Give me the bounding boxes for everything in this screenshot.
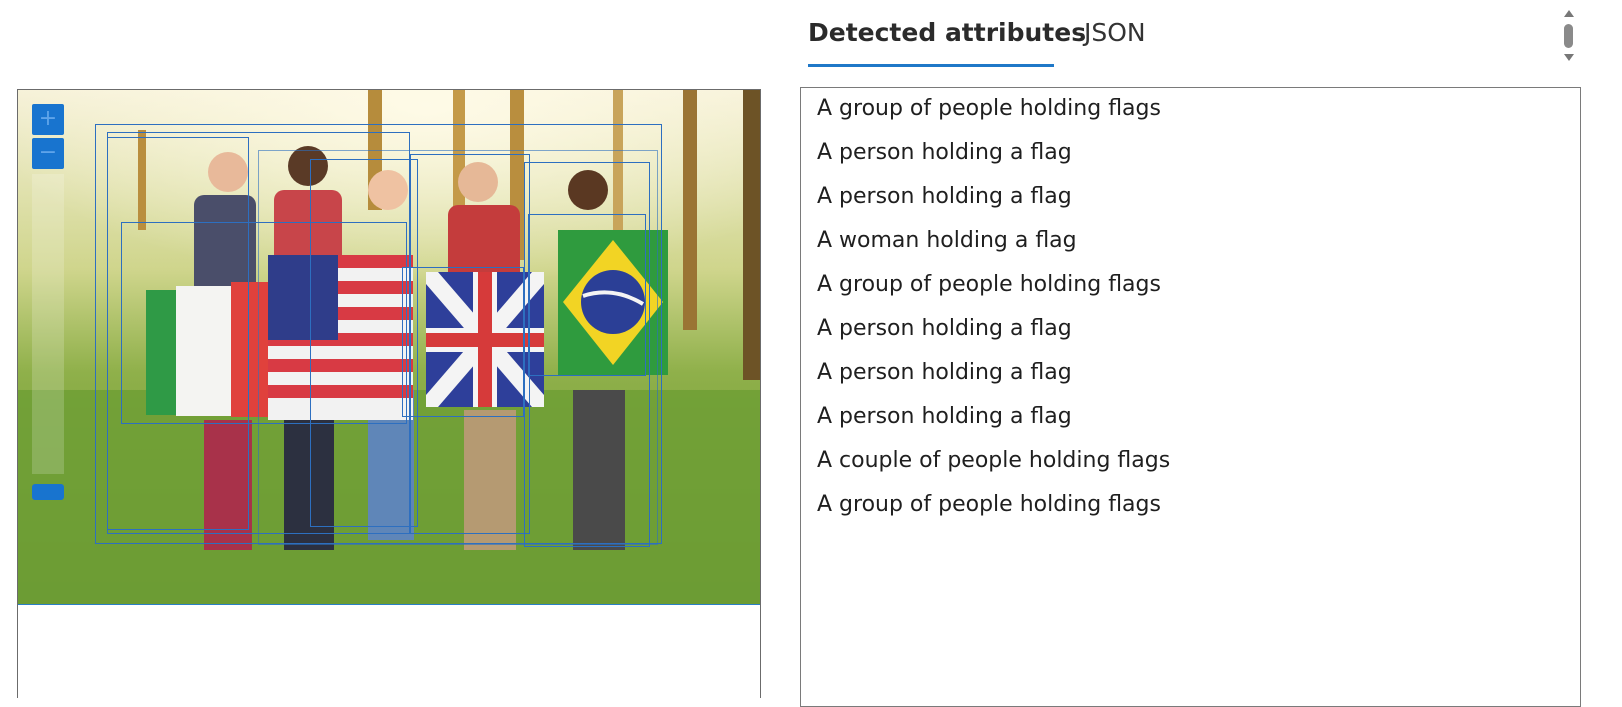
zoom-out-button[interactable]: − — [32, 138, 64, 169]
image-panel: + − — [17, 89, 761, 698]
zoom-slider-handle[interactable] — [32, 484, 64, 500]
scrollbar-thumb[interactable] — [1564, 24, 1573, 48]
list-item: A person holding a flag — [817, 184, 1072, 209]
zoom-out-icon: − — [38, 140, 58, 165]
scroll-down-arrow-icon[interactable] — [1564, 54, 1574, 61]
page-scrollbar[interactable] — [1560, 6, 1582, 66]
list-item: A group of people holding flags — [817, 492, 1161, 517]
list-item: A person holding a flag — [817, 360, 1072, 385]
zoom-slider-track[interactable] — [32, 174, 64, 474]
list-item: A person holding a flag — [817, 404, 1072, 429]
list-item: A person holding a flag — [817, 140, 1072, 165]
zoom-in-icon: + — [38, 106, 58, 131]
active-tab-indicator — [808, 64, 1054, 67]
zoom-in-button[interactable]: + — [32, 104, 64, 135]
tab-detected-attributes[interactable]: Detected attributes — [808, 18, 1086, 47]
list-item: A woman holding a flag — [817, 228, 1077, 253]
list-item: A couple of people holding flags — [817, 448, 1171, 473]
scroll-up-arrow-icon[interactable] — [1564, 10, 1574, 17]
list-item: A person holding a flag — [817, 316, 1072, 341]
list-item: A group of people holding flags — [817, 272, 1161, 297]
list-item: A group of people holding flags — [817, 96, 1161, 121]
detected-attributes-list: A group of people holding flags A person… — [800, 87, 1581, 707]
tab-json[interactable]: JSON — [1084, 18, 1146, 47]
detection-box[interactable] — [258, 150, 658, 545]
